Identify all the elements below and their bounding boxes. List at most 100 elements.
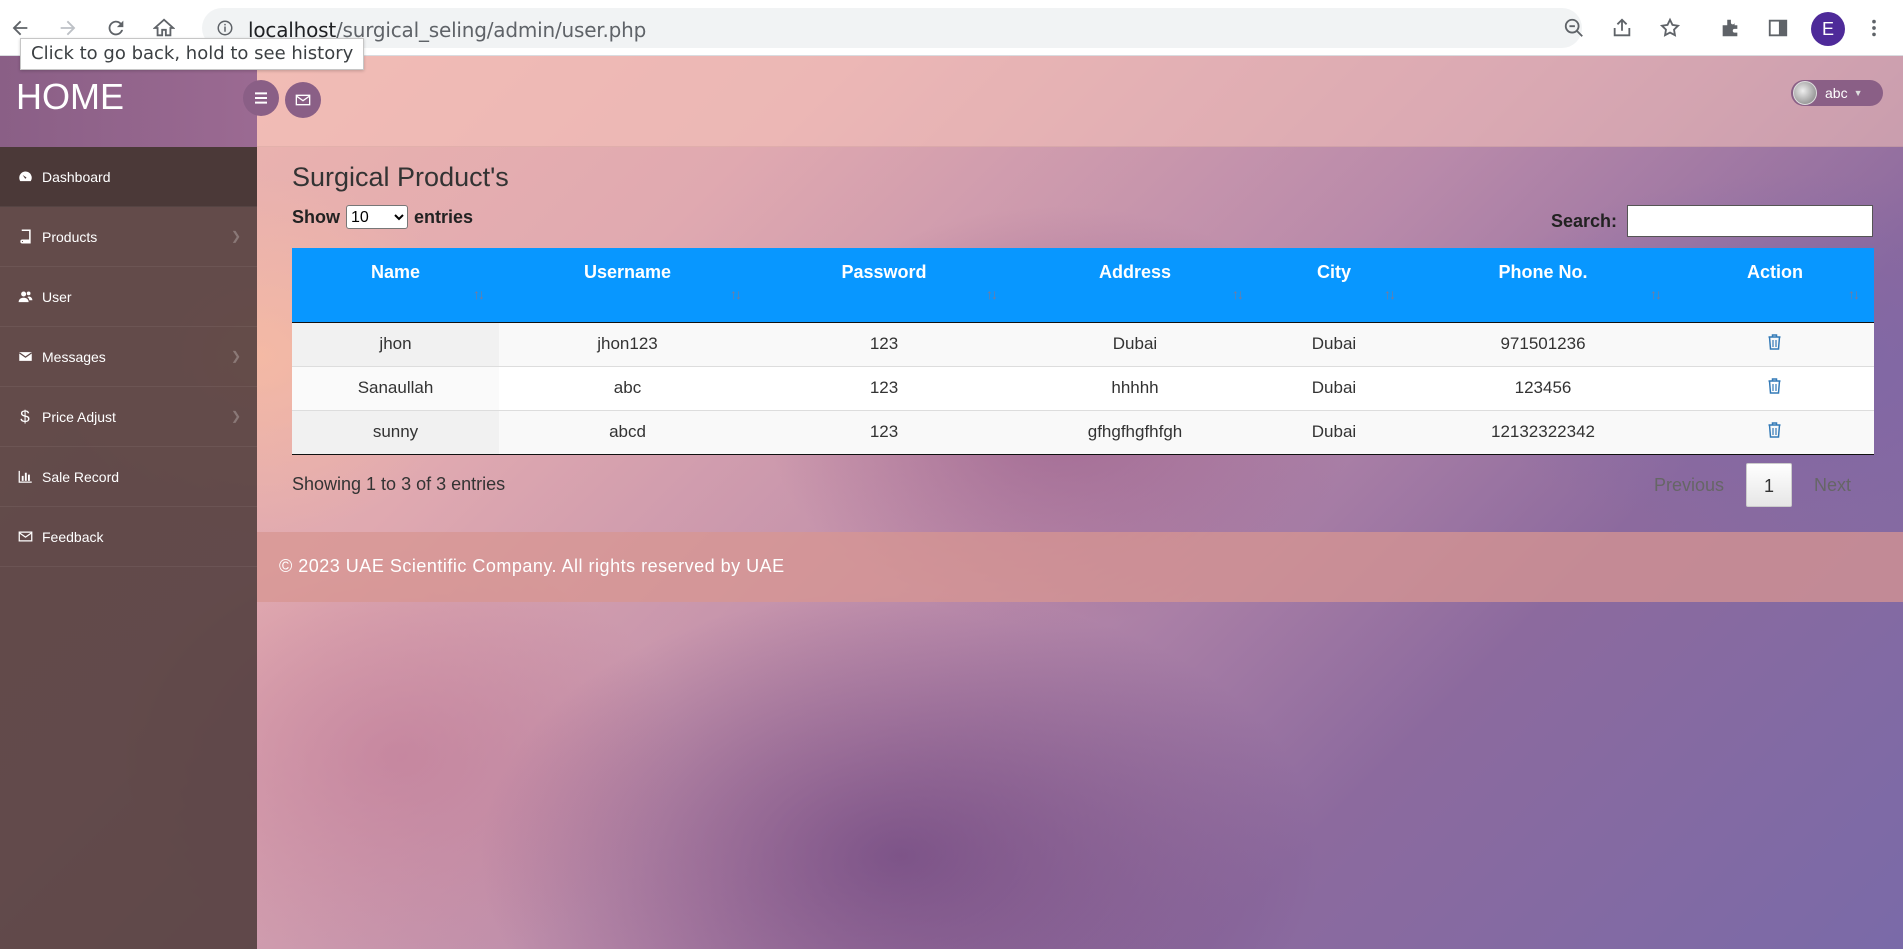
envelope-outline-icon [16, 529, 34, 544]
sidebar-item-label: Dashboard [42, 168, 111, 185]
sort-icon: ↑↓ [1384, 286, 1396, 302]
cell-action [1676, 410, 1874, 455]
footer: © 2023 UAE Scientific Company. All right… [257, 532, 1903, 602]
zoom-button[interactable] [1560, 14, 1588, 42]
cell-city: Dubai [1258, 322, 1410, 367]
trash-icon[interactable] [1767, 421, 1783, 438]
extensions-button[interactable] [1716, 14, 1744, 42]
book-icon [16, 229, 34, 244]
column-header-username[interactable]: Username ↑↓ [499, 248, 756, 323]
sidebar-item-label: Price Adjust [42, 408, 116, 425]
profile-avatar[interactable]: E [1811, 12, 1845, 46]
cell-address: gfhgfhgfhfgh [1012, 410, 1258, 455]
cell-phone: 12132322342 [1410, 410, 1676, 455]
column-label: Address [1098, 262, 1172, 282]
page-button-current[interactable]: 1 [1745, 463, 1792, 507]
cell-username: abc [499, 366, 756, 411]
sidebar-item-price-adjust[interactable]: $ Price Adjust ❯ [0, 387, 257, 447]
cell-username: jhon123 [499, 322, 756, 367]
sidebar-item-sale-record[interactable]: Sale Record [0, 447, 257, 507]
sort-icon: ↑↓ [986, 286, 998, 302]
sidebar-item-products[interactable]: Products ❯ [0, 207, 257, 267]
sidebar-item-user[interactable]: User [0, 267, 257, 327]
kebab-menu-icon [1872, 19, 1876, 37]
column-header-name[interactable]: Name ↑↓ [292, 248, 499, 323]
reload-icon [108, 20, 124, 36]
column-header-address[interactable]: Address ↑↓ [1012, 248, 1258, 323]
url-path: /surgical_seling/admin/user.php [335, 18, 647, 42]
table-row: Sanaullah abc 123 hhhhh Dubai 123456 [292, 366, 1874, 411]
side-menu: Dashboard Products ❯ User Messages ❯ $ P… [0, 147, 257, 567]
footer-copyright: © 2023 UAE Scientific Company. All right… [279, 556, 785, 576]
address-bar[interactable]: localhost/surgical_seling/admin/user.php [202, 8, 1582, 48]
brand-title[interactable]: HOME [16, 76, 124, 118]
length-control: Show 10 entries [292, 205, 473, 229]
hamburger-icon [255, 92, 267, 104]
cell-password: 123 [756, 410, 1012, 455]
sidebar-item-dashboard[interactable]: Dashboard [0, 147, 257, 207]
mail-button[interactable] [285, 82, 321, 118]
cell-password: 123 [756, 366, 1012, 411]
info-icon[interactable] [216, 19, 234, 37]
search-input[interactable] [1627, 205, 1873, 237]
envelope-outline-icon [295, 94, 311, 106]
caret-down-icon: ▼ [1853, 88, 1863, 98]
puzzle-icon [1722, 19, 1738, 37]
envelope-icon [16, 349, 34, 364]
cell-name: sunny [292, 410, 499, 455]
top-navbar: abc ▼ [243, 56, 1903, 147]
page-length-select[interactable]: 10 [346, 205, 408, 229]
column-label: Password [841, 262, 927, 282]
trash-icon[interactable] [1767, 333, 1783, 350]
trash-icon[interactable] [1767, 377, 1783, 394]
menu-toggle-button[interactable] [243, 80, 279, 116]
chevron-right-icon: ❯ [230, 229, 241, 243]
column-header-action[interactable]: Action ↑↓ [1676, 248, 1874, 323]
chevron-right-icon: ❯ [230, 409, 241, 423]
column-header-password[interactable]: Password ↑↓ [756, 248, 1012, 323]
share-button[interactable] [1608, 14, 1636, 42]
search-label: Search: [1550, 210, 1617, 231]
users-icon [16, 289, 34, 304]
arrow-right-icon [60, 20, 76, 36]
previous-button[interactable]: Previous [1632, 463, 1746, 507]
table-row: sunny abcd 123 gfhgfhgfhfgh Dubai 121323… [292, 410, 1874, 455]
home-icon [153, 18, 175, 37]
chevron-right-icon: ❯ [230, 349, 241, 363]
cell-address: hhhhh [1012, 366, 1258, 411]
back-tooltip: Click to go back, hold to see history [20, 38, 365, 70]
bookmark-button[interactable] [1656, 14, 1684, 42]
user-menu[interactable]: abc ▼ [1791, 80, 1883, 106]
table-row: jhon jhon123 123 Dubai Dubai 971501236 [292, 322, 1874, 367]
sort-icon: ↑↓ [473, 286, 485, 302]
table-header-row: Name ↑↓ Username ↑↓ Password ↑↓ Address ↑↓ C… [292, 248, 1874, 323]
show-label: Show [292, 206, 340, 227]
share-icon [1613, 18, 1631, 37]
star-icon [1659, 17, 1681, 37]
avatar [1793, 81, 1817, 105]
sidebar-item-label: Feedback [42, 528, 104, 545]
cell-city: Dubai [1258, 366, 1410, 411]
column-label: Action [1747, 262, 1803, 282]
cell-phone: 123456 [1410, 366, 1676, 411]
column-label: City [1316, 262, 1351, 282]
menu-button[interactable] [1860, 14, 1888, 42]
sort-icon: ↑↓ [1650, 286, 1662, 302]
sidebar-item-feedback[interactable]: Feedback [0, 507, 257, 567]
next-button[interactable]: Next [1792, 463, 1873, 507]
sidebar-item-messages[interactable]: Messages ❯ [0, 327, 257, 387]
sidebar-item-label: Sale Record [42, 468, 120, 485]
side-panel-button[interactable] [1764, 14, 1792, 42]
users-table: Name ↑↓ Username ↑↓ Password ↑↓ Address ↑↓ C… [292, 248, 1874, 455]
column-label: Phone No. [1498, 262, 1588, 282]
page-background: HOME Dashboard Products ❯ User Messages … [0, 56, 1903, 949]
column-header-phone[interactable]: Phone No. ↑↓ [1410, 248, 1676, 323]
side-panel-icon [1768, 19, 1788, 37]
cell-action [1676, 322, 1874, 367]
column-header-city[interactable]: City ↑↓ [1258, 248, 1410, 323]
sidebar-item-label: User [42, 288, 72, 305]
dollar-icon: $ [20, 406, 30, 426]
cell-address: Dubai [1012, 322, 1258, 367]
table-info: Showing 1 to 3 of 3 entries [292, 474, 506, 494]
cell-password: 123 [756, 322, 1012, 367]
